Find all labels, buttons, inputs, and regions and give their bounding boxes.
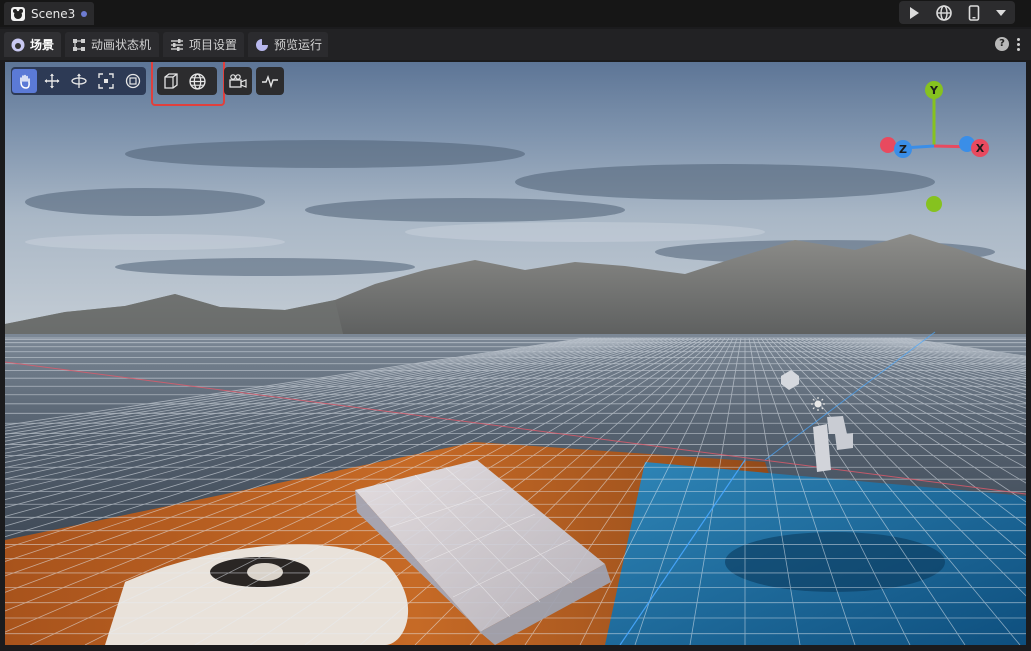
rotate-icon bbox=[70, 73, 87, 88]
tab-preview-run[interactable]: 预览运行 bbox=[248, 32, 328, 57]
mobile-icon[interactable] bbox=[968, 4, 980, 21]
scene-tab-label: Scene3 bbox=[31, 6, 76, 21]
stats-toolbar bbox=[256, 67, 284, 95]
sliders-icon bbox=[171, 38, 183, 51]
tab-scene[interactable]: 场景 bbox=[4, 32, 61, 57]
scene-viewport[interactable]: Y X Z bbox=[5, 62, 1026, 645]
title-bar: Scene3 bbox=[0, 0, 1031, 27]
camera-button[interactable] bbox=[225, 69, 250, 93]
camera-toolbar bbox=[224, 67, 252, 95]
gizmo-y-label: Y bbox=[929, 84, 939, 97]
gizmo-x-label: X bbox=[976, 142, 985, 155]
camera-icon bbox=[228, 74, 247, 88]
hand-tool-button[interactable] bbox=[12, 69, 37, 93]
rotate-tool-button[interactable] bbox=[66, 69, 91, 93]
tab-label: 项目设置 bbox=[189, 38, 238, 52]
highlight-box bbox=[151, 62, 225, 106]
play-icon[interactable] bbox=[907, 6, 921, 20]
rect-tool-button[interactable] bbox=[120, 69, 145, 93]
help-icon[interactable]: ? bbox=[995, 37, 1009, 51]
transform-toolbar bbox=[11, 67, 146, 95]
gizmo-neg-y-handle[interactable] bbox=[926, 196, 942, 212]
dropdown-icon[interactable] bbox=[995, 8, 1007, 18]
run-controls bbox=[899, 1, 1015, 24]
globe-icon[interactable] bbox=[936, 4, 953, 21]
scale-icon bbox=[97, 73, 114, 89]
rect-icon bbox=[125, 73, 140, 89]
tab-project-settings[interactable]: 项目设置 bbox=[163, 32, 244, 57]
hand-icon bbox=[19, 74, 30, 89]
move-icon bbox=[44, 73, 59, 89]
tab-state-machine[interactable]: 动画状态机 bbox=[65, 32, 159, 57]
scene-tab[interactable]: Scene3 bbox=[4, 2, 94, 25]
orientation-gizmo[interactable]: Y X Z bbox=[866, 76, 996, 216]
stats-icon bbox=[261, 74, 278, 88]
tab-label: 场景 bbox=[30, 38, 55, 52]
preview-icon bbox=[256, 38, 268, 51]
state-machine-icon bbox=[73, 38, 85, 51]
stats-button[interactable] bbox=[257, 69, 282, 93]
gizmo-z-label: Z bbox=[899, 143, 907, 156]
more-options-icon[interactable] bbox=[1017, 38, 1020, 51]
tab-label: 预览运行 bbox=[274, 38, 323, 52]
app-logo-icon bbox=[11, 6, 25, 21]
scale-tool-button[interactable] bbox=[93, 69, 118, 93]
scene-icon bbox=[11, 38, 25, 51]
tab-label: 动画状态机 bbox=[91, 38, 152, 52]
gizmo-neg-x-handle[interactable] bbox=[880, 137, 896, 153]
panel-tab-bar: 场景 动画状态机 项目设置 预览运行 bbox=[0, 29, 1031, 60]
unsaved-dot-icon bbox=[81, 10, 88, 17]
move-tool-button[interactable] bbox=[39, 69, 64, 93]
